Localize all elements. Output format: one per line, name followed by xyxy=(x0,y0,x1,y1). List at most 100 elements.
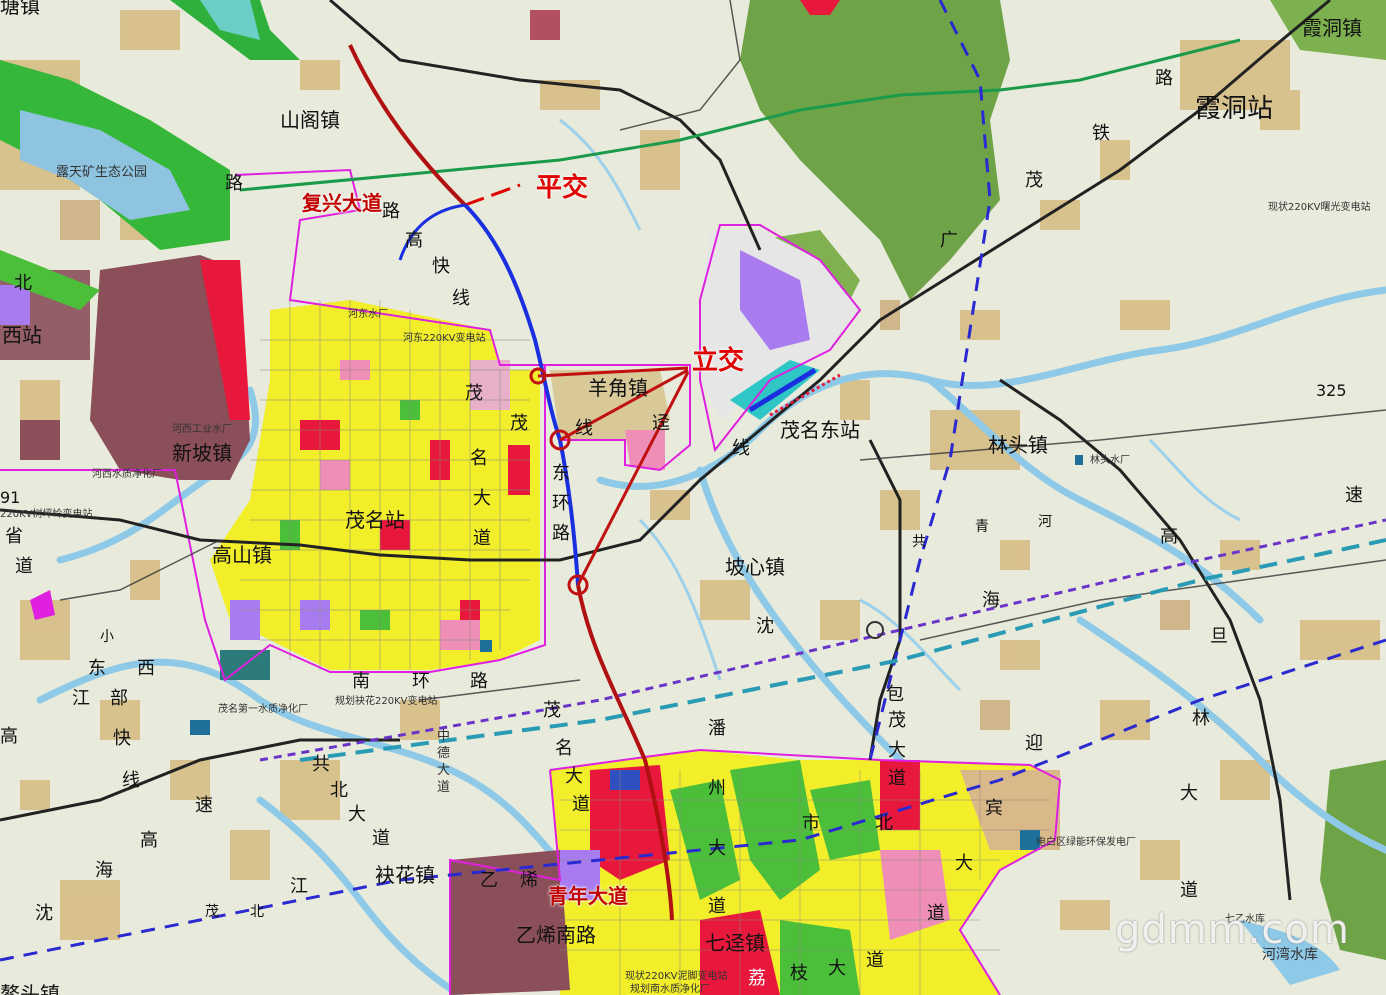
road-char: 线 xyxy=(575,418,593,439)
road-char: 共 xyxy=(312,754,330,775)
road-char: 西 xyxy=(137,658,155,679)
road-char: 宾 xyxy=(985,798,1003,819)
station-label-xizhan: 西站 xyxy=(2,323,42,347)
road-char: 道 xyxy=(1180,880,1198,901)
annotation-pingjiao: 平交 xyxy=(536,173,589,203)
town-label-lintou: 林头镇 xyxy=(988,433,1048,457)
road-char: 茂 xyxy=(1025,170,1043,191)
road-char: 茂 xyxy=(465,383,483,404)
road-char: 路 xyxy=(382,201,400,222)
road-char: 茂 xyxy=(888,710,906,731)
town-label-fuhua: 袂花镇 xyxy=(375,863,435,887)
road-char: 道 xyxy=(927,903,945,924)
road-char: 海 xyxy=(982,590,1000,611)
road-char: 速 xyxy=(195,795,213,816)
road-char: 部 xyxy=(110,688,128,709)
road-char: 迳 xyxy=(652,413,670,434)
town-label-aotou: 鳌头镇 xyxy=(0,982,60,995)
label-hedong-water: 河东水厂 xyxy=(348,309,388,320)
road-char: 东 xyxy=(552,463,570,484)
road-char: 高 xyxy=(1160,526,1178,547)
road-char: 小 xyxy=(100,629,114,645)
route-number-325: 325 xyxy=(1316,381,1347,400)
label-jinghua2: 规划南水质净化厂 xyxy=(630,984,710,995)
road-char: 迎 xyxy=(1025,733,1043,754)
road-char: 乙 xyxy=(480,870,498,891)
road-char: 潘 xyxy=(708,718,726,739)
label-jinghua1: 茂名第一水质净化厂 xyxy=(218,704,308,715)
station-label-xiadong: 霞洞站 xyxy=(1195,94,1274,124)
label-hexi-water: 河西工业水厂 xyxy=(172,424,232,435)
road-char: 名 xyxy=(470,448,488,469)
road-char: 北 xyxy=(875,813,893,834)
road-char: 海 xyxy=(95,860,113,881)
road-label-yixi: 乙烯南路 xyxy=(516,923,596,947)
road-char: 广 xyxy=(940,230,958,251)
road-char: 江 xyxy=(72,688,90,709)
road-char: 大 xyxy=(348,804,366,825)
label-park: 露天矿生态公园 xyxy=(56,165,148,180)
road-char: 线 xyxy=(452,288,470,309)
road-char: 东 xyxy=(88,658,106,679)
road-char: 茂 xyxy=(205,904,219,920)
label-shuguang-sub: 现状220KV曙光变电站 xyxy=(1268,202,1371,213)
road-char: 道 xyxy=(572,794,590,815)
road-char: 大 xyxy=(1180,783,1198,804)
label-fuhua-sub: 规划袂花220KV变电站 xyxy=(335,696,438,707)
town-label-shange: 山阁镇 xyxy=(280,108,340,132)
label-hexi-water2: 河西水质净化厂 xyxy=(92,469,162,480)
route-number-91: 91 xyxy=(0,488,21,507)
town-label-yangjiao: 羊角镇 xyxy=(588,376,648,400)
road-char: 高 xyxy=(0,726,18,747)
road-char: 茂 xyxy=(510,413,528,434)
road-char: 大 xyxy=(888,740,906,761)
road-char: 道 xyxy=(888,768,906,789)
road-char: 茂 xyxy=(543,700,561,721)
road-char: 大 xyxy=(565,766,583,787)
watermark: gdmm.com xyxy=(1115,907,1350,953)
road-char: 河 xyxy=(1038,514,1052,530)
road-char: 旦 xyxy=(1210,626,1228,647)
label-hedong-sub: 河东220KV变电站 xyxy=(403,333,486,344)
road-char: 荔 xyxy=(748,968,766,989)
road-char: 枝 xyxy=(790,963,808,984)
town-label-qijing: 七迳镇 xyxy=(705,931,765,955)
label-dianbai-power: 电白区绿能环保发电厂 xyxy=(1036,837,1136,848)
road-char: 共 xyxy=(912,534,926,550)
road-char: 大 xyxy=(955,853,973,874)
road-char: 沈 xyxy=(35,903,53,924)
road-char: 线 xyxy=(122,770,140,791)
road-char: 道 xyxy=(473,528,491,549)
road-char: 大 xyxy=(473,488,491,509)
town-label-gaoshan: 高山镇 xyxy=(212,543,272,567)
planning-map[interactable]: 塘镇 山阁镇 霞洞镇 霞洞站 新坡镇 高山镇 茂名站 羊角镇 茂名东站 林头镇 … xyxy=(0,0,1386,995)
station-label-maoming: 茂名站 xyxy=(345,508,405,532)
road-char: 江 xyxy=(290,876,308,897)
road-char: 大 xyxy=(708,838,726,859)
station-label-maoming-east: 茂名东站 xyxy=(780,418,860,442)
road-char: 北 xyxy=(250,904,264,920)
road-char: 快 xyxy=(432,256,450,277)
road-char: 线 xyxy=(732,438,750,459)
road-char: 北 xyxy=(330,780,348,801)
town-label-xinpo: 新坡镇 xyxy=(172,441,232,465)
road-char: 高 xyxy=(405,230,423,251)
road-char: 道 xyxy=(15,556,33,577)
road-char: 名 xyxy=(555,738,573,759)
label-shuping-sub: 220KV树坪岭变电站 xyxy=(0,509,93,520)
annotation-lijiao: 立交 xyxy=(692,346,745,376)
road-char: 路 xyxy=(1155,68,1173,89)
road-char: 烯 xyxy=(520,870,538,891)
road-char: 包 xyxy=(886,684,904,705)
label-lintou-water: 林头水厂 xyxy=(1090,455,1130,466)
map-canvas xyxy=(0,0,1386,995)
road-label-zhongde: 中德大道 xyxy=(437,729,451,795)
road-char: 环 xyxy=(552,493,570,514)
town-label-poxin: 坡心镇 xyxy=(725,555,785,579)
road-char: 路 xyxy=(552,523,570,544)
road-char: 省 xyxy=(5,526,23,547)
road-char: 南 xyxy=(352,671,370,692)
road-char: 林 xyxy=(1192,708,1210,729)
road-char: 州 xyxy=(708,778,726,799)
town-label-tangzhen: 塘镇 xyxy=(0,0,40,18)
